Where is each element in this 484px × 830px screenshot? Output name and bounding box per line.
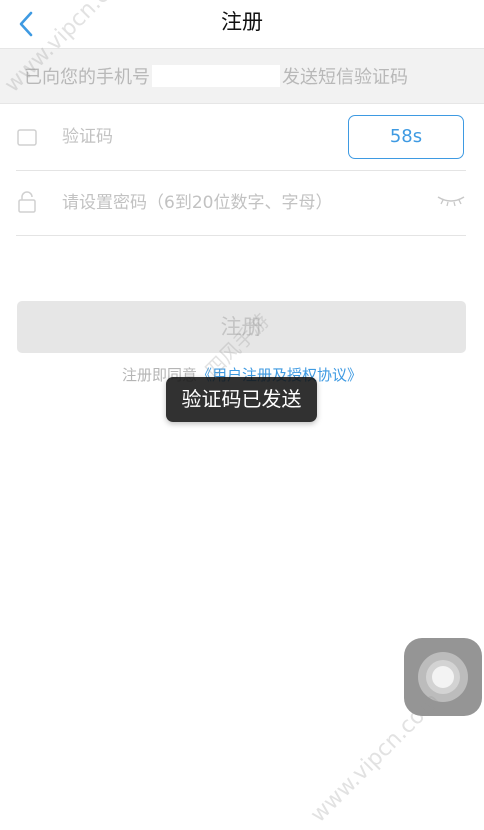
sms-notice-text: 已向您的手机号 发送短信验证码 (24, 63, 408, 89)
sms-notice-suffix: 发送短信验证码 (282, 67, 408, 88)
verification-code-input[interactable] (62, 124, 332, 150)
masked-phone-number (152, 65, 280, 87)
assistive-touch-button[interactable] (404, 638, 482, 716)
toast-message: 验证码已发送 (166, 377, 317, 422)
nav-bar: 注册 (0, 0, 484, 49)
assistive-touch-ring-mid (426, 660, 460, 694)
resend-code-button[interactable]: 58s (348, 115, 464, 159)
assistive-touch-ring-outer (418, 652, 468, 702)
page-title: 注册 (221, 10, 263, 34)
register-button[interactable]: 注册 (17, 301, 466, 353)
eye-closed-icon[interactable] (436, 191, 466, 209)
password-input[interactable] (62, 190, 422, 216)
assistive-touch-ring-inner (432, 666, 454, 688)
message-icon (17, 129, 37, 146)
lock-icon (18, 191, 36, 213)
password-row (16, 171, 466, 236)
verification-code-row: 58s (16, 104, 466, 171)
sms-notice-bar: 已向您的手机号 发送短信验证码 (0, 49, 484, 104)
sms-notice-prefix: 已向您的手机号 (24, 67, 150, 88)
